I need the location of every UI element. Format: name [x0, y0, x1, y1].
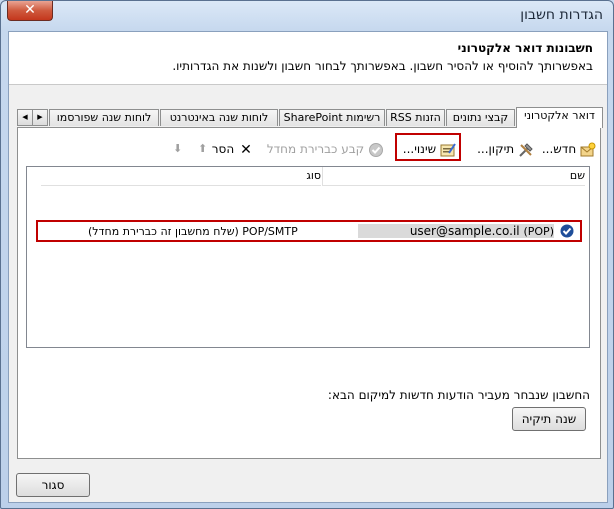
tab-published-calendars[interactable]: לוחות שנה שפורסמו — [49, 109, 159, 126]
change-account-button[interactable]: שינוי... — [403, 140, 456, 158]
change-settings-icon — [440, 142, 456, 156]
arrow-up-icon: ⬆ — [198, 142, 208, 155]
column-header-type[interactable]: סוג — [41, 167, 321, 186]
dialog-client-area: חשבונות דואר אלקטרוני באפשרותך להוסיף או… — [8, 31, 608, 503]
title-bar: ✕ הגדרות חשבון — [1, 1, 613, 31]
account-protocol: (POP) — [523, 225, 554, 238]
tab-strip: ◀ ▶ לוחות שנה שפורסמו לוחות שנה באינטרנט… — [17, 107, 603, 128]
check-circle-icon — [369, 142, 383, 157]
column-header-name[interactable]: שם — [322, 167, 585, 186]
remove-x-icon: ✕ — [240, 141, 252, 158]
tab-scroll-left-icon[interactable]: ◀ — [17, 109, 33, 126]
new-account-label: חדש... — [541, 142, 577, 156]
account-settings-window: ✕ הגדרות חשבון חשבונות דואר אלקטרוני באפ… — [0, 0, 614, 509]
tab-rss-feeds[interactable]: הזנות RSS — [386, 109, 445, 126]
dialog-header: חשבונות דואר אלקטרוני באפשרותך להוסיף או… — [9, 32, 607, 85]
set-default-label: קבע כברירת מחדל — [266, 142, 365, 156]
header-title: חשבונות דואר אלקטרוני — [457, 41, 593, 55]
header-description: באפשרותך להוסיף או להסיר חשבון. באפשרותך… — [172, 59, 593, 73]
tab-scroll-right-icon[interactable]: ▶ — [32, 109, 48, 126]
default-account-check-icon — [560, 224, 574, 238]
account-email: user@sample.co.il — [409, 224, 520, 238]
move-up-button[interactable]: ⬆ — [198, 140, 207, 158]
tab-email[interactable]: דואר אלקטרוני — [516, 107, 603, 128]
remove-account-button[interactable]: ✕ הסר — [212, 140, 254, 158]
close-button[interactable]: סגור — [16, 473, 90, 497]
repair-account-button[interactable]: תיקון... — [477, 140, 534, 158]
window-close-button[interactable]: ✕ — [7, 1, 53, 21]
repair-account-label: תיקון... — [477, 142, 515, 156]
email-accounts-panel: חדש... תיקון... שינוי... קבע כברירת מחדל… — [17, 127, 601, 459]
tab-sharepoint-lists[interactable]: רשימות SharePoint — [279, 109, 385, 126]
change-folder-button[interactable]: שנה תיקיה — [512, 407, 586, 431]
arrow-down-icon: ⬇ — [173, 142, 183, 155]
accounts-list[interactable]: שם סוג — [26, 166, 590, 348]
window-title: הגדרות חשבון — [520, 7, 603, 23]
table-row[interactable]: (POP) user@sample.co.il POP/SMTP (שלח מח… — [26, 222, 588, 242]
new-mail-icon — [580, 142, 596, 156]
change-account-label: שינוי... — [402, 142, 437, 156]
new-account-button[interactable]: חדש... — [542, 140, 596, 158]
account-name-cell: (POP) user@sample.co.il — [358, 224, 554, 238]
delivery-location-text: החשבון שנבחר מעביר הודעות חדשות למיקום ה… — [327, 388, 590, 402]
remove-account-label: הסר — [211, 142, 235, 156]
account-type-cell: POP/SMTP (שלח מחשבון זה כברירת מחדל) — [88, 225, 298, 238]
repair-tools-icon — [519, 142, 533, 157]
set-default-button[interactable]: קבע כברירת מחדל — [267, 140, 384, 158]
tab-data-files[interactable]: קבצי נתונים — [446, 109, 515, 126]
move-down-button[interactable]: ⬇ — [173, 140, 182, 158]
tab-internet-calendars[interactable]: לוחות שנה באינטרנט — [160, 109, 278, 126]
